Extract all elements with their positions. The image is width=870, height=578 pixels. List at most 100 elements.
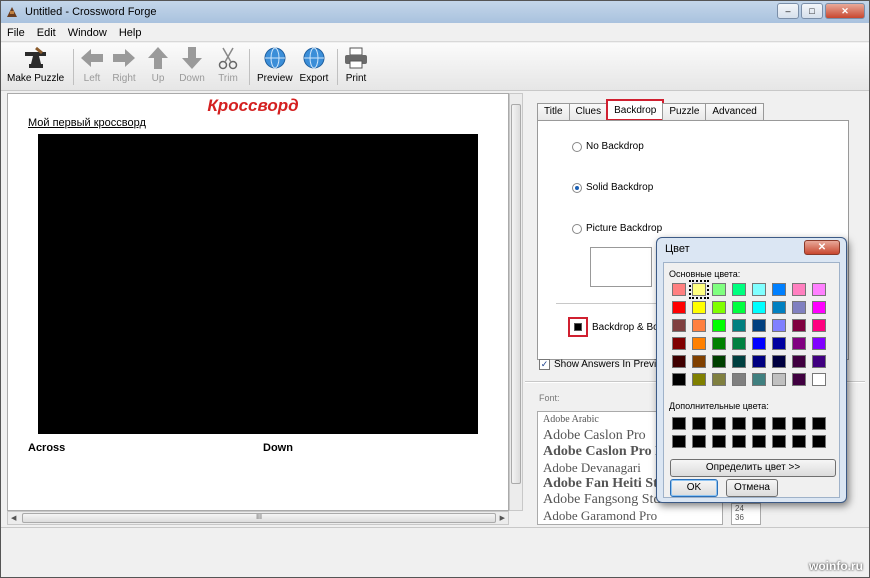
color-cell[interactable] xyxy=(672,319,686,332)
no-backdrop-radio[interactable]: No Backdrop xyxy=(572,141,644,152)
color-cell[interactable] xyxy=(772,435,786,448)
color-cell[interactable] xyxy=(752,301,766,314)
menu-help[interactable]: Help xyxy=(119,27,142,39)
color-cell[interactable] xyxy=(672,283,686,296)
color-cell[interactable] xyxy=(712,301,726,314)
puzzle-grid[interactable] xyxy=(38,134,478,434)
color-cell[interactable] xyxy=(812,373,826,386)
color-cell[interactable] xyxy=(689,280,709,299)
print-button[interactable]: Print xyxy=(341,45,371,89)
color-cell[interactable] xyxy=(672,373,686,386)
color-cell[interactable] xyxy=(772,283,786,296)
color-cell[interactable] xyxy=(672,337,686,350)
make-puzzle-button[interactable]: Make Puzzle xyxy=(7,45,64,89)
define-custom-colors-button[interactable]: Определить цвет >> xyxy=(670,459,836,477)
color-cell[interactable] xyxy=(792,337,806,350)
color-cell[interactable] xyxy=(812,355,826,368)
color-cell[interactable] xyxy=(772,319,786,332)
picture-preview[interactable] xyxy=(590,247,652,287)
backdrop-color-button[interactable] xyxy=(568,317,588,337)
editor-horizontal-scrollbar[interactable]: ◀ III ▶ xyxy=(7,511,509,525)
preview-button[interactable]: Preview xyxy=(257,45,293,89)
editor-vertical-scrollbar[interactable] xyxy=(509,93,523,511)
right-button[interactable]: Right xyxy=(109,45,139,89)
color-cell[interactable] xyxy=(672,435,686,448)
color-cell[interactable] xyxy=(752,319,766,332)
color-cell[interactable] xyxy=(752,373,766,386)
down-button[interactable]: Down xyxy=(177,45,207,89)
color-cell[interactable] xyxy=(752,355,766,368)
color-cell[interactable] xyxy=(792,319,806,332)
color-cell[interactable] xyxy=(752,283,766,296)
menu-file[interactable]: File xyxy=(7,27,25,39)
minimize-button[interactable]: – xyxy=(777,3,799,19)
color-cell[interactable] xyxy=(752,337,766,350)
font-size-list[interactable]: 24 36 xyxy=(731,503,761,525)
color-cell[interactable] xyxy=(732,319,746,332)
color-cell[interactable] xyxy=(692,355,706,368)
color-cell[interactable] xyxy=(732,301,746,314)
tab-clues[interactable]: Clues xyxy=(568,103,609,120)
trim-button[interactable]: Trim xyxy=(213,45,243,89)
cancel-button[interactable]: Отмена xyxy=(726,479,778,497)
export-button[interactable]: Export xyxy=(299,45,329,89)
color-cell[interactable] xyxy=(692,319,706,332)
dialog-close-button[interactable]: ✕ xyxy=(804,240,840,255)
left-button[interactable]: Left xyxy=(77,45,107,89)
color-cell[interactable] xyxy=(732,355,746,368)
tab-advanced[interactable]: Advanced xyxy=(705,103,764,120)
horizontal-scroll-thumb[interactable]: III xyxy=(22,513,496,523)
menu-edit[interactable]: Edit xyxy=(37,27,56,39)
maximize-button[interactable]: □ xyxy=(801,3,823,19)
puzzle-editor[interactable]: Кроссворд Мой первый кроссворд Across Do… xyxy=(7,93,509,511)
color-cell[interactable] xyxy=(772,373,786,386)
color-cell[interactable] xyxy=(672,417,686,430)
size-item[interactable]: 24 xyxy=(735,504,760,513)
color-cell[interactable] xyxy=(732,283,746,296)
title-bar[interactable]: Untitled - Crossword Forge – □ ✕ xyxy=(1,1,869,23)
color-cell[interactable] xyxy=(792,283,806,296)
scroll-right-icon[interactable]: ▶ xyxy=(500,514,505,522)
tab-puzzle[interactable]: Puzzle xyxy=(662,103,707,120)
color-cell[interactable] xyxy=(692,301,706,314)
ok-button[interactable]: OK xyxy=(670,479,718,497)
color-cell[interactable] xyxy=(692,435,706,448)
color-cell[interactable] xyxy=(712,319,726,332)
color-cell[interactable] xyxy=(732,337,746,350)
color-cell[interactable] xyxy=(752,417,766,430)
color-cell[interactable] xyxy=(672,355,686,368)
color-cell[interactable] xyxy=(792,373,806,386)
color-cell[interactable] xyxy=(732,373,746,386)
color-cell[interactable] xyxy=(812,301,826,314)
color-cell[interactable] xyxy=(772,337,786,350)
color-cell[interactable] xyxy=(772,417,786,430)
color-cell[interactable] xyxy=(792,355,806,368)
color-cell[interactable] xyxy=(792,435,806,448)
color-cell[interactable] xyxy=(792,417,806,430)
color-cell[interactable] xyxy=(692,417,706,430)
up-button[interactable]: Up xyxy=(143,45,173,89)
vertical-scroll-thumb[interactable] xyxy=(511,104,521,484)
color-cell[interactable] xyxy=(812,417,826,430)
tab-backdrop[interactable]: Backdrop xyxy=(606,99,665,121)
color-cell[interactable] xyxy=(692,337,706,350)
close-button[interactable]: ✕ xyxy=(825,3,865,19)
color-cell[interactable] xyxy=(712,283,726,296)
color-cell[interactable] xyxy=(712,355,726,368)
color-cell[interactable] xyxy=(712,337,726,350)
scroll-left-icon[interactable]: ◀ xyxy=(11,514,16,522)
color-cell[interactable] xyxy=(792,301,806,314)
size-item[interactable]: 36 xyxy=(735,513,760,522)
color-cell[interactable] xyxy=(692,373,706,386)
picture-backdrop-radio[interactable]: Picture Backdrop xyxy=(572,223,662,234)
color-cell[interactable] xyxy=(712,417,726,430)
color-cell[interactable] xyxy=(812,283,826,296)
color-cell[interactable] xyxy=(732,435,746,448)
color-cell[interactable] xyxy=(772,355,786,368)
color-cell[interactable] xyxy=(772,301,786,314)
color-cell[interactable] xyxy=(812,337,826,350)
color-cell[interactable] xyxy=(712,373,726,386)
color-cell[interactable] xyxy=(812,435,826,448)
color-cell[interactable] xyxy=(732,417,746,430)
menu-window[interactable]: Window xyxy=(68,27,107,39)
